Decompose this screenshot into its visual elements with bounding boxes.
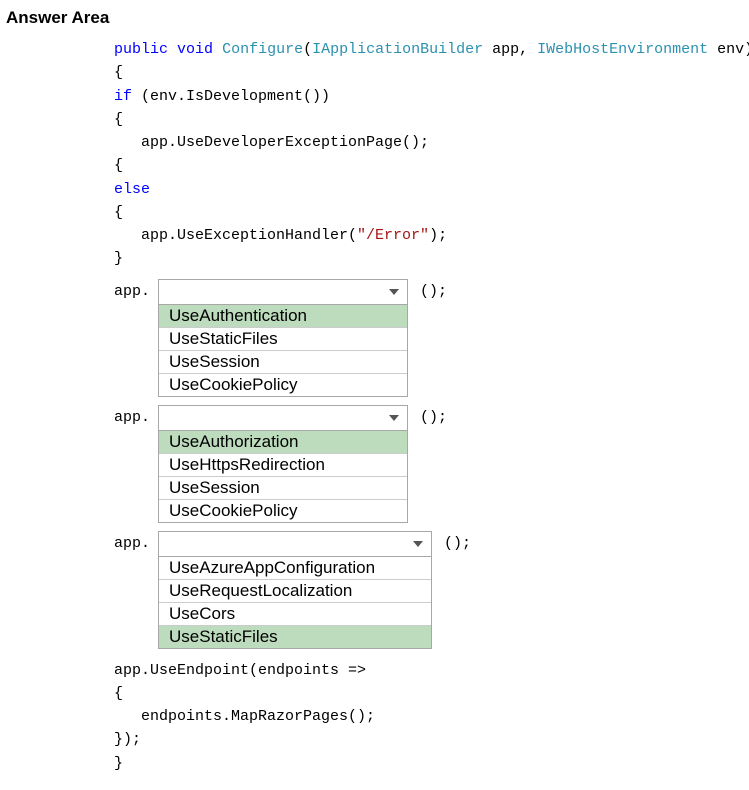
dropdown-3-option-useazureappconfiguration[interactable]: UseAzureAppConfiguration (159, 557, 431, 579)
dropdown-group-2: UseAuthorization UseHttpsRedirection Use… (158, 405, 408, 523)
type-iwebhostenv: IWebHostEnvironment (528, 41, 708, 58)
dropdown-3-option-usestaticfiles[interactable]: UseStaticFiles (159, 625, 431, 648)
brace-open-4: { (114, 204, 123, 221)
brace-close-final: } (114, 755, 123, 772)
type-iappbuilder: IApplicationBuilder (312, 41, 483, 58)
kw-public: public (114, 41, 168, 58)
dropdown-2-options: UseAuthorization UseHttpsRedirection Use… (158, 431, 408, 523)
brace-open-2: { (114, 111, 123, 128)
kw-else: else (114, 181, 150, 198)
middleware-row-3: app. UseAzureAppConfiguration UseRequest… (114, 531, 743, 649)
dropdown-2-option-usecookiepolicy[interactable]: UseCookiePolicy (159, 499, 407, 522)
row2-suffix: (); (408, 405, 447, 426)
method-configure: Configure (222, 41, 303, 58)
row1-prefix: app. (114, 279, 150, 300)
code-block-bottom: app.UseEndpoint(endpoints => { endpoints… (114, 659, 743, 775)
row3-suffix: (); (432, 531, 471, 552)
row3-prefix: app. (114, 531, 150, 552)
dropdown-1-option-usecookiepolicy[interactable]: UseCookiePolicy (159, 373, 407, 396)
dropdown-1-option-usestaticfiles[interactable]: UseStaticFiles (159, 327, 407, 350)
middleware-row-1: app. UseAuthentication UseStaticFiles Us… (114, 279, 743, 397)
endpoint-close: }); (114, 731, 141, 748)
use-dev-exception: app.UseDeveloperExceptionPage(); (114, 134, 429, 151)
row2-prefix: app. (114, 405, 150, 426)
brace-open-1: { (114, 64, 123, 81)
paren-open: ( (303, 41, 312, 58)
middleware-row-2: app. UseAuthorization UseHttpsRedirectio… (114, 405, 743, 523)
kw-void: void (177, 41, 213, 58)
arg-app: app, (483, 41, 528, 58)
dropdown-3-select[interactable] (158, 531, 432, 557)
dropdown-1-option-useauthentication[interactable]: UseAuthentication (159, 305, 407, 327)
dropdown-3-option-userequestlocalization[interactable]: UseRequestLocalization (159, 579, 431, 602)
dropdown-2-option-usehttpsredirection[interactable]: UseHttpsRedirection (159, 453, 407, 476)
use-exc-handler-a: app.UseExceptionHandler( (114, 227, 357, 244)
dropdown-group-1: UseAuthentication UseStaticFiles UseSess… (158, 279, 408, 397)
use-endpoint-line: app.UseEndpoint(endpoints => (114, 662, 366, 679)
error-path-string: "/Error" (357, 227, 429, 244)
code-block-top: public void Configure(IApplicationBuilde… (114, 38, 743, 271)
dropdown-2-select[interactable] (158, 405, 408, 431)
dropdown-1-option-usesession[interactable]: UseSession (159, 350, 407, 373)
dropdown-2-option-usesession[interactable]: UseSession (159, 476, 407, 499)
kw-if: if (114, 88, 132, 105)
arg-env: env) (708, 41, 749, 58)
if-cond: (env.IsDevelopment()) (132, 88, 330, 105)
brace-close-1: } (114, 250, 123, 267)
answer-area-heading: Answer Area (6, 8, 743, 28)
dropdown-3-option-usecors[interactable]: UseCors (159, 602, 431, 625)
brace-open-3: { (114, 157, 123, 174)
map-razor-pages: endpoints.MapRazorPages(); (114, 708, 375, 725)
brace-open-5: { (114, 685, 123, 702)
use-exc-handler-b: ); (429, 227, 447, 244)
dropdown-1-options: UseAuthentication UseStaticFiles UseSess… (158, 305, 408, 397)
dropdown-2-option-useauthorization[interactable]: UseAuthorization (159, 431, 407, 453)
dropdown-1-select[interactable] (158, 279, 408, 305)
dropdown-group-3: UseAzureAppConfiguration UseRequestLocal… (158, 531, 432, 649)
row1-suffix: (); (408, 279, 447, 300)
dropdown-3-options: UseAzureAppConfiguration UseRequestLocal… (158, 557, 432, 649)
